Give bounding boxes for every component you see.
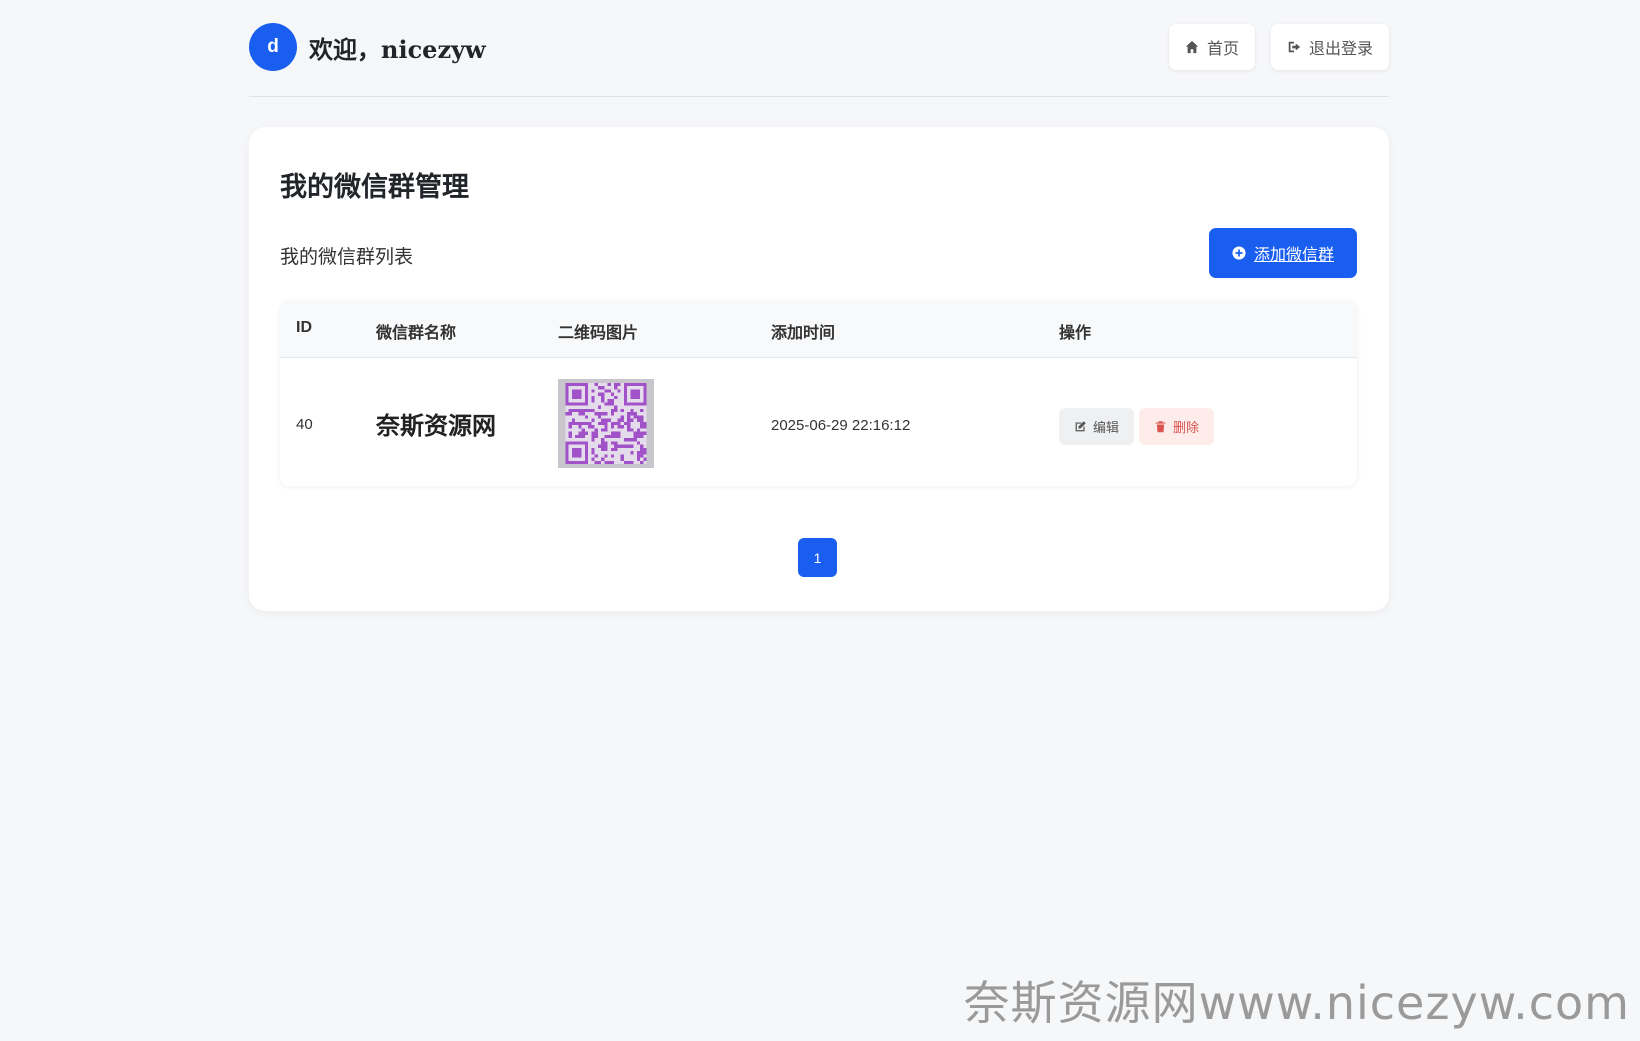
- row-added-time: 2025-06-29 22:16:12: [771, 417, 911, 434]
- top-bar: d 欢迎，nicezyw 首页 退出登录: [249, 0, 1389, 97]
- delete-label: 删除: [1173, 420, 1200, 435]
- trash-icon: [1155, 421, 1166, 433]
- column-header-qr: 二维码图片: [558, 325, 639, 342]
- edit-button[interactable]: 编辑: [1059, 408, 1135, 445]
- page-container: d 欢迎，nicezyw 首页 退出登录 我的微信群管理 我的微信群列表 添加微…: [249, 0, 1389, 611]
- user-info: d 欢迎，nicezyw: [249, 23, 486, 71]
- row-id: 40: [296, 416, 313, 433]
- edit-icon: [1075, 421, 1086, 432]
- column-header-actions: 操作: [1059, 325, 1092, 342]
- list-title: 我的微信群列表: [280, 247, 414, 268]
- column-header-id: ID: [296, 319, 312, 336]
- row-actions: 编辑 删除: [1059, 408, 1215, 445]
- edit-label: 编辑: [1093, 420, 1120, 435]
- watermark: 奈斯资源网www.nicezyw.com: [963, 976, 1630, 1030]
- table-header: ID 微信群名称 二维码图片 添加时间 操作: [280, 301, 1357, 358]
- welcome-text: 欢迎，nicezyw: [309, 34, 486, 64]
- logout-icon: [1288, 41, 1301, 53]
- home-icon: [1185, 40, 1199, 54]
- column-header-time: 添加时间: [771, 325, 836, 342]
- qr-code-graphic: [565, 383, 647, 464]
- column-header-name: 微信群名称: [376, 325, 457, 342]
- group-management-card: 我的微信群管理 我的微信群列表 添加微信群 ID 微信群名称 二维码图片 添加时…: [249, 127, 1389, 611]
- home-button-label: 首页: [1206, 41, 1239, 58]
- table-row: 40 奈斯资源网 2025-06-29 22:16:12 编辑 删除: [280, 358, 1357, 486]
- pagination-page-1[interactable]: 1: [798, 538, 837, 577]
- page-title: 我的微信群管理: [280, 172, 469, 202]
- home-button[interactable]: 首页: [1168, 24, 1255, 70]
- add-group-label: 添加微信群: [1253, 247, 1334, 264]
- avatar: d: [249, 23, 297, 71]
- plus-circle-icon: [1232, 246, 1246, 260]
- add-group-button[interactable]: 添加微信群: [1208, 228, 1357, 278]
- top-nav: 首页 退出登录: [1168, 24, 1389, 70]
- group-table: ID 微信群名称 二维码图片 添加时间 操作 40 奈斯资源网 2025-06-…: [280, 301, 1357, 486]
- delete-button[interactable]: 删除: [1139, 408, 1215, 445]
- row-group-name: 奈斯资源网: [376, 411, 496, 440]
- logout-button[interactable]: 退出登录: [1270, 24, 1389, 70]
- qr-code-image[interactable]: [558, 379, 654, 468]
- logout-button-label: 退出登录: [1308, 41, 1373, 58]
